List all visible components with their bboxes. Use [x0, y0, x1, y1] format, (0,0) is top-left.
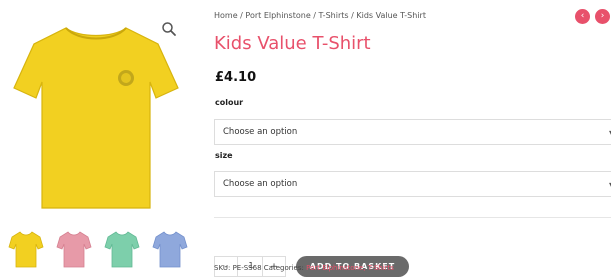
- thumbnail-pink[interactable]: [56, 229, 92, 269]
- breadcrumb-t-shirts[interactable]: T-Shirts: [319, 11, 349, 20]
- colour-select-value: Choose an option: [223, 127, 298, 137]
- colour-select[interactable]: Choose an option ▾: [214, 119, 611, 145]
- thumbnail-yellow[interactable]: [8, 229, 44, 269]
- thumbnail-mint[interactable]: [104, 229, 140, 269]
- thumbnail-blue[interactable]: [152, 229, 188, 269]
- product-info: Home / Port Elphinstone / T-Shirts / Kid…: [214, 0, 611, 277]
- sku-label: SKU:: [214, 264, 231, 272]
- size-select[interactable]: Choose an option ▾: [214, 171, 611, 197]
- product-price: £4.10: [215, 70, 257, 85]
- product-main-image[interactable]: [8, 18, 184, 218]
- sku-value: PE-SS68: [232, 264, 262, 272]
- product-title: Kids Value T-Shirt: [214, 33, 371, 54]
- next-product-button[interactable]: ›: [595, 9, 610, 24]
- categories-links[interactable]: Port Elphinstone, T-Shirts: [306, 264, 394, 272]
- breadcrumb-separator: /: [313, 11, 316, 20]
- breadcrumb: Home / Port Elphinstone / T-Shirts / Kid…: [214, 11, 426, 20]
- size-select-value: Choose an option: [223, 179, 298, 189]
- size-label: size: [215, 151, 233, 160]
- breadcrumb-separator: /: [240, 11, 243, 20]
- search-icon[interactable]: [161, 21, 177, 37]
- categories-label: Categories:: [263, 264, 304, 272]
- breadcrumb-port-elphinstone[interactable]: Port Elphinstone: [245, 11, 310, 20]
- product-gallery: [0, 0, 200, 273]
- breadcrumb-home[interactable]: Home: [214, 11, 238, 20]
- product-nav: ‹ ›: [575, 9, 611, 25]
- breadcrumb-current: Kids Value T-Shirt: [356, 11, 426, 20]
- colour-label: colour: [215, 98, 244, 107]
- prev-product-button[interactable]: ‹: [575, 9, 590, 24]
- divider: [214, 217, 611, 218]
- breadcrumb-separator: /: [351, 11, 354, 20]
- thumbnail-strip: [8, 229, 200, 273]
- product-meta: SKU: PE-SS68 Categories: Port Elphinston…: [214, 264, 394, 272]
